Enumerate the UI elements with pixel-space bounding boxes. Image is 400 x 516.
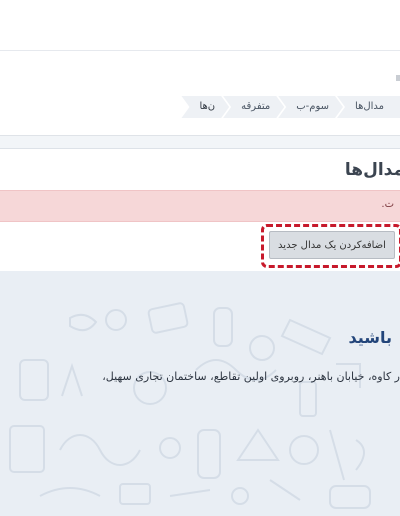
footer-title: باشید	[348, 328, 392, 347]
alert-text: ت.	[381, 199, 394, 210]
content-gap	[0, 136, 400, 148]
top-header-bar	[0, 0, 400, 51]
breadcrumb: مدال‌ها سوم-ب متفرقه ن‌ها	[187, 95, 400, 119]
breadcrumb-item-misc[interactable]: متفرقه	[223, 96, 284, 118]
alert-box	[0, 190, 400, 222]
breadcrumb-item-partial[interactable]: ن‌ها	[181, 96, 229, 118]
add-medal-button[interactable]: اضافه‌کردن یک مدال جدید	[269, 231, 395, 259]
navigation-region	[0, 51, 400, 135]
footer-address: ر کاوه، خیابان باهنر، روبروی اولین تقاطع…	[102, 370, 400, 383]
breadcrumb-item-medals[interactable]: مدال‌ها	[337, 96, 400, 118]
breadcrumb-item-class[interactable]: سوم-ب	[278, 96, 343, 118]
page-title: مدال‌ها	[344, 160, 400, 180]
doodle-background-icon	[9, 302, 371, 509]
menu-indicator	[396, 75, 400, 81]
